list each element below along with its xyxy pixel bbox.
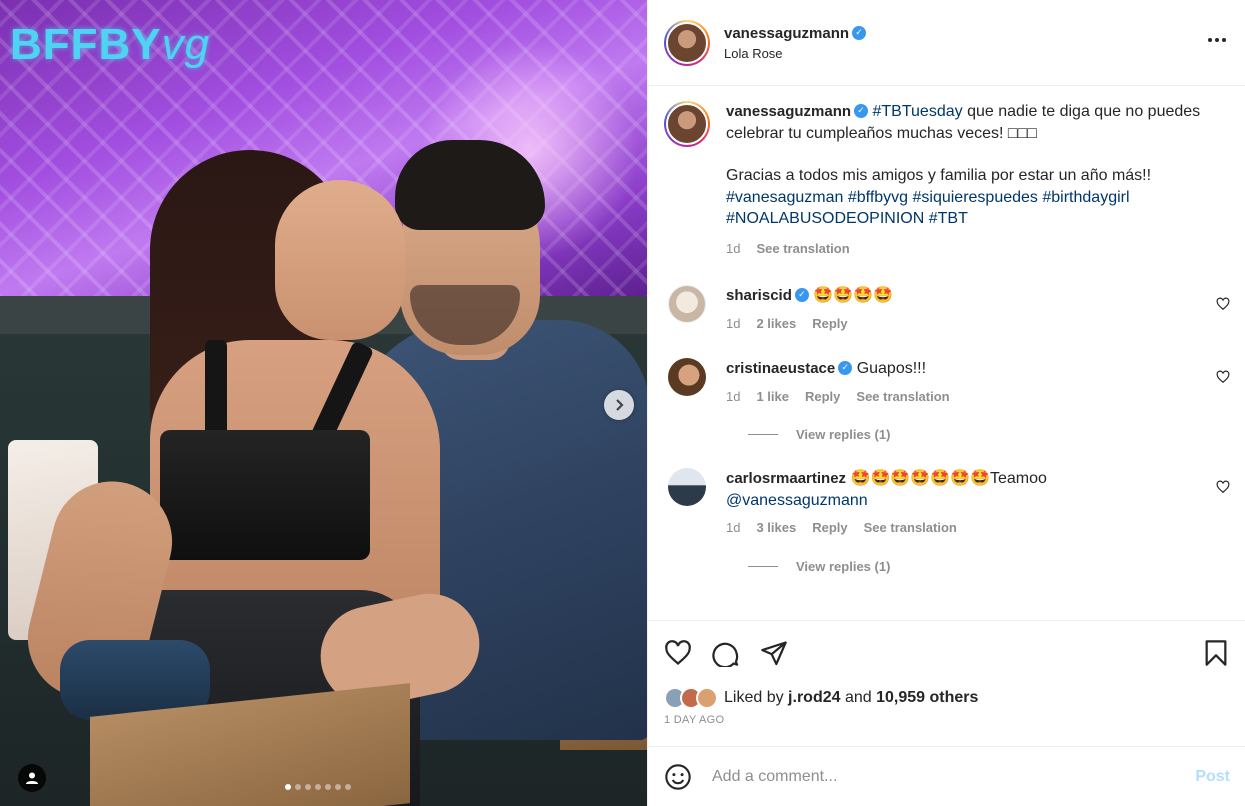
- comment-form: Post: [648, 746, 1245, 806]
- comment-item: carlosrmaartinez 🤩🤩🤩🤩🤩🤩🤩Teamoo @vanessag…: [664, 468, 1230, 539]
- carousel-dot: [335, 784, 341, 790]
- caption: vanessaguzmann ✓ #TBTuesday que nadie te …: [664, 101, 1230, 259]
- next-image-button[interactable]: [604, 390, 634, 420]
- comment-likes[interactable]: 1 like: [756, 386, 789, 408]
- comment-input[interactable]: [712, 767, 1196, 786]
- carousel-dot: [315, 784, 321, 790]
- user-icon: [26, 772, 38, 784]
- verified-badge-icon: ✓: [854, 103, 869, 118]
- verified-badge-icon: ✓: [838, 360, 853, 375]
- tags-button[interactable]: [18, 764, 46, 792]
- carousel-dot: [285, 784, 291, 790]
- more-options-button[interactable]: [1205, 28, 1229, 58]
- hashtag-link[interactable]: #TBTuesday: [873, 103, 963, 120]
- location-link[interactable]: Lola Rose: [724, 46, 866, 61]
- post-header: vanessaguzmann ✓ Lola Rose: [648, 0, 1245, 86]
- verified-badge-icon: ✓: [794, 287, 809, 302]
- reply-button[interactable]: Reply: [805, 386, 840, 408]
- heart-icon[interactable]: [1216, 297, 1230, 311]
- carousel-dot: [325, 784, 331, 790]
- commenter-username[interactable]: cristinaeustace: [726, 360, 835, 377]
- caption-text-2: Gracias a todos mis amigos y familia por…: [726, 167, 1152, 184]
- post-actions: Liked by j.rod24 and 10,959 others 1 DAY…: [648, 620, 1245, 726]
- commenter-avatar[interactable]: [668, 468, 706, 506]
- comment-text: 🤩🤩🤩🤩🤩🤩🤩Teamoo: [850, 470, 1047, 487]
- mention-link[interactable]: @vanessaguzmann: [726, 490, 1206, 512]
- comment-item: cristinaeustace ✓ Guapos!!! 1d 1 like Rep…: [664, 358, 1230, 407]
- commenter-username[interactable]: carlosrmaartinez: [726, 470, 846, 487]
- post-media[interactable]: BFFBYvg: [0, 0, 647, 806]
- commenter-avatar[interactable]: [668, 358, 706, 396]
- carousel-dot: [345, 784, 351, 790]
- liker-avatars: [664, 687, 718, 709]
- comment-item: shariscid ✓ 🤩🤩🤩🤩 1d 2 likes Reply: [664, 285, 1230, 334]
- chevron-right-icon: [616, 399, 624, 411]
- carousel-indicator: [285, 784, 351, 790]
- carousel-dot: [295, 784, 301, 790]
- caption-time: 1d: [726, 240, 741, 256]
- see-translation-button[interactable]: See translation: [864, 517, 957, 539]
- see-translation-button[interactable]: See translation: [756, 238, 849, 260]
- view-replies-button[interactable]: View replies (1): [748, 427, 1230, 442]
- comment-likes[interactable]: 3 likes: [756, 517, 796, 539]
- liked-by-others[interactable]: 10,959 others: [876, 689, 978, 707]
- verified-badge-icon: ✓: [852, 25, 867, 40]
- comment-icon[interactable]: [712, 639, 740, 667]
- likes-summary[interactable]: Liked by j.rod24 and 10,959 others: [664, 687, 1230, 709]
- more-horizontal-icon: [1208, 37, 1226, 42]
- liked-by-user[interactable]: j.rod24: [788, 689, 840, 707]
- post-comment-button[interactable]: Post: [1195, 768, 1230, 786]
- caption-username[interactable]: vanessaguzmann: [726, 103, 851, 120]
- comment-text: 🤩🤩🤩🤩: [813, 287, 894, 304]
- author-username[interactable]: vanessaguzmann: [724, 25, 849, 42]
- commenter-avatar[interactable]: [668, 285, 706, 323]
- author-avatar[interactable]: [664, 19, 710, 66]
- heart-icon[interactable]: [1216, 480, 1230, 494]
- send-icon[interactable]: [760, 639, 788, 667]
- caption-hashtags[interactable]: #vanesaguzman #bffbyvg #siquierespuedes …: [726, 187, 1206, 230]
- comment-text: Guapos!!!: [856, 360, 927, 377]
- brand-logo: BFFBYvg: [10, 20, 211, 69]
- caption-avatar[interactable]: [664, 101, 710, 147]
- reply-button[interactable]: Reply: [812, 517, 847, 539]
- carousel-dot: [305, 784, 311, 790]
- heart-icon[interactable]: [664, 639, 692, 667]
- post-panel: vanessaguzmann ✓ Lola Rose vanessaguzmann…: [647, 0, 1245, 806]
- reply-button[interactable]: Reply: [812, 313, 847, 335]
- comments-list[interactable]: vanessaguzmann ✓ #TBTuesday que nadie te …: [648, 87, 1245, 620]
- emoji-icon[interactable]: [664, 763, 692, 791]
- see-translation-button[interactable]: See translation: [856, 386, 949, 408]
- commenter-username[interactable]: shariscid: [726, 287, 792, 304]
- view-replies-button[interactable]: View replies (1): [748, 559, 1230, 574]
- bookmark-icon[interactable]: [1202, 639, 1230, 667]
- comment-likes[interactable]: 2 likes: [756, 313, 796, 335]
- post-timestamp: 1 DAY AGO: [664, 714, 725, 726]
- post-dialog: BFFBYvg vanessaguzmann ✓ Lola Rose vanes…: [0, 0, 1245, 806]
- heart-icon[interactable]: [1216, 370, 1230, 384]
